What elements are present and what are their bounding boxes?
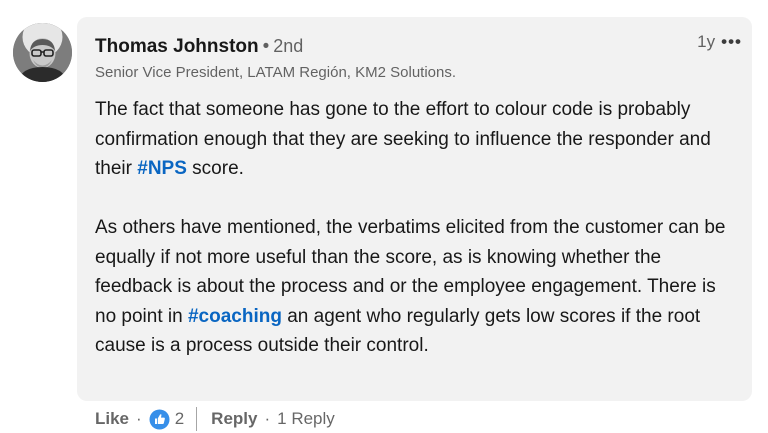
comment-header: Thomas Johnston • 2nd Senior Vice Presiden… — [95, 34, 738, 83]
action-separator: · — [136, 409, 142, 428]
comment-paragraph-1: The fact that someone has gone to the ef… — [95, 95, 740, 184]
comment-actions: Like · 2 Reply · 1 Reply — [95, 406, 335, 432]
connection-degree: 2nd — [273, 36, 304, 56]
action-separator: · — [264, 409, 271, 428]
like-button[interactable]: Like — [95, 409, 129, 429]
degree-separator: • — [262, 36, 270, 57]
reply-button[interactable]: Reply — [211, 409, 257, 429]
comment-paragraph-2: As others have mentioned, the verbatims … — [95, 213, 740, 361]
author-headline: Senior Vice President, LATAM Región, KM2… — [95, 64, 457, 81]
reply-count-link[interactable]: 1 Reply — [277, 409, 335, 429]
avatar-image — [13, 23, 72, 82]
hashtag-coaching[interactable]: #coaching — [188, 306, 282, 327]
author-line: Thomas Johnston • 2nd — [95, 34, 738, 59]
comment-meta: 1y ••• — [697, 32, 742, 52]
comment-text: The fact that someone has gone to the ef… — [95, 95, 740, 361]
hashtag-nps[interactable]: #NPS — [137, 158, 187, 179]
author-name[interactable]: Thomas Johnston — [95, 36, 259, 57]
thumbs-up-icon[interactable] — [149, 409, 170, 430]
comment-text-span: score. — [186, 158, 244, 179]
reaction-count[interactable]: 2 — [175, 409, 184, 429]
comment-bubble: Thomas Johnston • 2nd Senior Vice Presiden… — [77, 17, 752, 401]
avatar[interactable] — [13, 23, 72, 82]
actions-divider — [196, 407, 198, 431]
comment-item: Thomas Johnston • 2nd Senior Vice Presiden… — [0, 0, 768, 433]
ellipsis-icon[interactable]: ••• — [721, 32, 742, 52]
timestamp: 1y — [697, 32, 716, 51]
